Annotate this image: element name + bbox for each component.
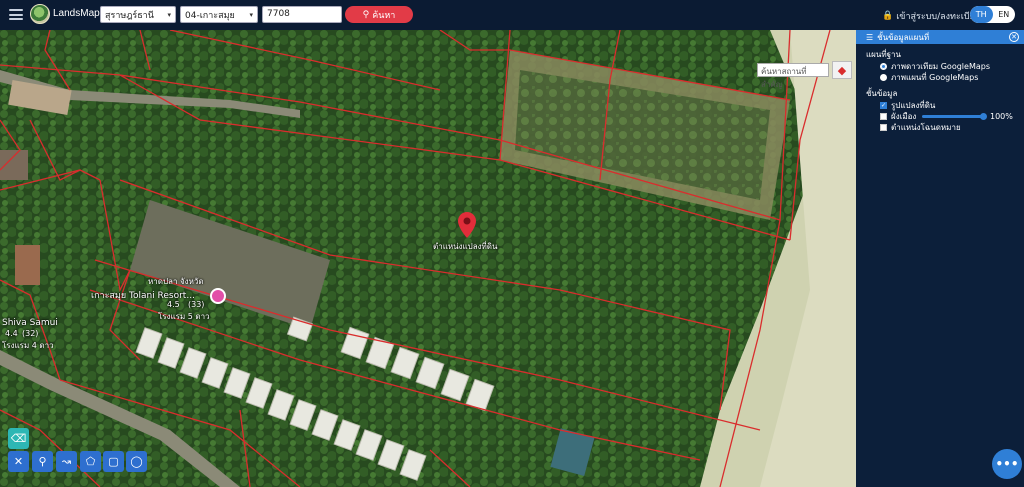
checkbox[interactable] bbox=[880, 113, 887, 120]
chevron-down-icon: ▾ bbox=[249, 10, 253, 19]
layers-panel: ☰ ชั้นข้อมูลแผนที่ ✕ แผนที่ฐาน ภาพดาวเที… bbox=[856, 30, 1024, 487]
lang-en-button[interactable]: EN bbox=[993, 6, 1016, 23]
top-bar: LandsMaps สุราษฎร์ธานี ▾ 04-เกาะสมุย ▾ 7… bbox=[0, 0, 1024, 30]
measure-icon[interactable]: ✕ bbox=[8, 451, 29, 472]
chevron-down-icon: ▾ bbox=[167, 10, 171, 19]
opacity-value: 100% bbox=[990, 112, 1013, 121]
rectangle-icon[interactable]: ▢ bbox=[103, 451, 124, 472]
district-select-value: 04-เกาะสมุย bbox=[185, 10, 235, 21]
poi-rating: 4.5 bbox=[167, 300, 180, 309]
polygon-icon[interactable]: ⬠ bbox=[80, 451, 101, 472]
poi-rating: 4.4 bbox=[5, 329, 18, 338]
search-button[interactable]: ⚲ ค้นหา bbox=[345, 6, 413, 23]
eraser-icon[interactable]: ⌫ bbox=[8, 428, 29, 449]
basemap-option-map[interactable]: ภาพแผนที่ GoogleMaps bbox=[856, 72, 1024, 83]
login-link[interactable]: 🔒 เข้าสู่ระบบ/ลงทะเบียน bbox=[882, 9, 981, 23]
poi-name: Shiva Samui bbox=[2, 318, 58, 328]
poi-reviews: (32) bbox=[22, 329, 39, 338]
marker-label: ตำแหน่งแปลงที่ดิน bbox=[433, 242, 498, 251]
layers-heading: ชั้นข้อมูล bbox=[866, 89, 898, 98]
satellite-imagery bbox=[0, 30, 856, 487]
radio-button[interactable] bbox=[880, 74, 887, 81]
province-select[interactable]: สุราษฎร์ธานี ▾ bbox=[100, 6, 176, 23]
province-select-value: สุราษฎร์ธานี bbox=[105, 10, 154, 21]
hotel-poi-icon[interactable] bbox=[210, 288, 226, 304]
more-options-button[interactable]: ••• bbox=[992, 449, 1022, 479]
slider-handle[interactable] bbox=[980, 113, 987, 120]
language-toggle[interactable]: TH EN bbox=[970, 6, 1015, 23]
poi-category: โรงแรม 5 ดาว bbox=[158, 312, 210, 321]
login-label: เข้าสู่ระบบ/ลงทะเบียน bbox=[896, 12, 982, 22]
landsmaps-logo[interactable] bbox=[30, 4, 50, 24]
layer-label: ตำแหน่งโฉนดหมาย bbox=[891, 123, 961, 132]
panel-title: ชั้นข้อมูลแผนที่ bbox=[877, 32, 930, 42]
poi-reviews: (33) bbox=[188, 300, 205, 309]
checkbox[interactable] bbox=[880, 124, 887, 131]
lang-th-button[interactable]: TH bbox=[970, 6, 993, 23]
lock-icon: 🔒 bbox=[882, 11, 894, 21]
search-icon: ⚲ bbox=[362, 9, 370, 20]
search-button-label: ค้นหา bbox=[372, 10, 396, 21]
panel-header: ☰ ชั้นข้อมูลแผนที่ ✕ bbox=[856, 30, 1024, 44]
district-select[interactable]: 04-เกาะสมุย ▾ bbox=[180, 6, 258, 23]
polyline-icon[interactable]: ↝ bbox=[56, 451, 77, 472]
brand-name: LandsMaps bbox=[53, 8, 105, 19]
layers-icon[interactable]: ◆ bbox=[832, 61, 852, 79]
poi-sub-label: หาดปลา จังหวัด bbox=[148, 277, 204, 286]
poi-category: โรงแรม 4 ดาว bbox=[2, 341, 54, 350]
layer-parcel[interactable]: ✓ รูปแปลงที่ดิน bbox=[856, 100, 1024, 111]
close-icon[interactable]: ✕ bbox=[1009, 32, 1019, 42]
parcel-number-input[interactable]: 7708 bbox=[262, 6, 342, 23]
pin-icon[interactable]: ⚲ bbox=[32, 451, 53, 472]
radio-button[interactable] bbox=[880, 63, 887, 70]
menu-icon[interactable] bbox=[9, 9, 23, 20]
location-marker-icon[interactable] bbox=[458, 212, 476, 238]
circle-icon[interactable]: ◯ bbox=[126, 451, 147, 472]
basemap-option-label: ภาพแผนที่ GoogleMaps bbox=[891, 73, 979, 82]
opacity-slider[interactable] bbox=[922, 113, 987, 120]
place-search-input[interactable]: ค้นหาสถานที่สำคัญ bbox=[757, 63, 829, 89]
layers-icon: ☰ bbox=[866, 32, 874, 42]
checkbox[interactable]: ✓ bbox=[880, 102, 887, 109]
layer-deed-location[interactable]: ตำแหน่งโฉนดหมาย bbox=[856, 122, 1024, 133]
map-canvas[interactable]: ตำแหน่งแปลงที่ดิน หาดปลา จังหวัด เกาะสมุ… bbox=[0, 30, 856, 487]
